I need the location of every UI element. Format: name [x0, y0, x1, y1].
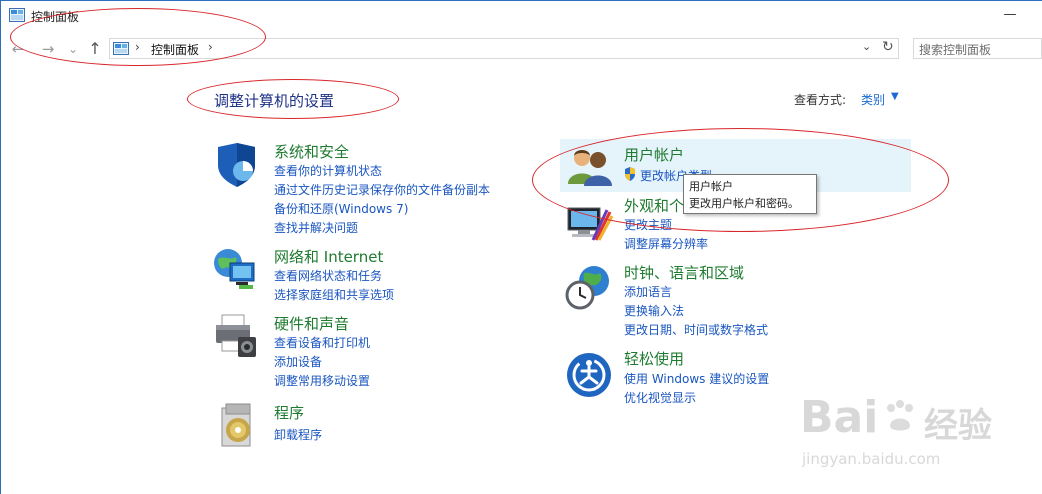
watermark-url: jingyan.baidu.com — [802, 450, 941, 468]
link-file-history[interactable]: 通过文件历史记录保存你的文件备份副本 — [274, 181, 490, 198]
breadcrumb-separator[interactable]: › — [208, 40, 213, 54]
search-input[interactable] — [914, 40, 1042, 60]
link-screen-resolution[interactable]: 调整屏幕分辨率 — [624, 235, 708, 252]
watermark-brand: Bai — [800, 392, 879, 443]
ease-of-access-icon — [567, 353, 611, 397]
tooltip: 用户帐户 更改用户帐户和密码。 — [683, 174, 817, 214]
control-panel-icon — [113, 42, 129, 55]
category-clock-language-region[interactable]: 时钟、语言和区域 — [624, 262, 744, 283]
navigation-bar: ← → ⌄ ↑ › 控制面板 › ⌄ ↻ — [0, 36, 1042, 62]
appearance-monitor-icon — [567, 207, 614, 241]
link-recommended-settings[interactable]: 使用 Windows 建议的设置 — [624, 370, 769, 387]
window-title: 控制面板 — [31, 10, 80, 24]
address-dropdown-icon[interactable]: ⌄ — [862, 40, 871, 53]
link-change-input-method[interactable]: 更换输入法 — [624, 302, 684, 319]
link-uninstall-program[interactable]: 卸载程序 — [274, 426, 322, 443]
link-change-theme[interactable]: 更改主题 — [624, 216, 672, 233]
watermark-brand-cn: 经验 — [924, 406, 992, 446]
breadcrumb-separator[interactable]: › — [135, 40, 140, 54]
clock-globe-icon — [565, 266, 609, 310]
shield-icon — [218, 143, 255, 187]
uac-shield-icon — [625, 167, 635, 181]
back-button[interactable]: ← — [8, 38, 28, 60]
title-bar: 控制面板 — — [0, 0, 1042, 32]
up-button[interactable]: ↑ — [85, 38, 105, 60]
recent-locations-button[interactable]: ⌄ — [63, 38, 83, 60]
page-heading: 调整计算机的设置 — [214, 92, 335, 110]
tooltip-title: 用户帐户 — [689, 180, 733, 193]
category-system-security[interactable]: 系统和安全 — [274, 141, 349, 162]
tooltip-description: 更改用户帐户和密码。 — [689, 197, 799, 210]
link-network-status[interactable]: 查看网络状态和任务 — [274, 267, 382, 284]
category-programs[interactable]: 程序 — [274, 402, 304, 423]
forward-button[interactable]: → — [38, 38, 58, 60]
breadcrumb-control-panel[interactable]: 控制面板 — [151, 41, 199, 58]
link-add-device[interactable]: 添加设备 — [274, 353, 322, 370]
link-homegroup[interactable]: 选择家庭组和共享选项 — [274, 286, 394, 303]
network-globe-icon — [214, 249, 255, 289]
category-ease-of-access[interactable]: 轻松使用 — [624, 348, 684, 369]
category-network-internet[interactable]: 网络和 Internet — [274, 246, 383, 267]
programs-disc-icon — [221, 403, 251, 447]
link-devices-printers[interactable]: 查看设备和打印机 — [274, 334, 370, 351]
view-by-label: 查看方式: — [794, 93, 847, 107]
link-optimize-display[interactable]: 优化视觉显示 — [624, 389, 696, 406]
link-backup-restore[interactable]: 备份和还原(Windows 7) — [274, 200, 408, 217]
link-view-computer-status[interactable]: 查看你的计算机状态 — [274, 162, 382, 179]
printer-icon — [216, 314, 256, 357]
paw-icon — [887, 400, 913, 431]
users-icon — [568, 150, 612, 186]
control-panel-icon — [9, 8, 25, 22]
search-box[interactable] — [913, 38, 1042, 60]
view-by-dropdown[interactable]: 类别 — [861, 91, 885, 108]
category-hardware-sound[interactable]: 硬件和声音 — [274, 313, 349, 334]
link-troubleshoot[interactable]: 查找并解决问题 — [274, 219, 358, 236]
baidu-watermark: Bai 经验 jingyan.baidu.com — [800, 384, 1030, 484]
link-mobility-settings[interactable]: 调整常用移动设置 — [274, 372, 370, 389]
link-date-time-format[interactable]: 更改日期、时间或数字格式 — [624, 321, 768, 338]
minimize-button[interactable]: — — [1000, 8, 1020, 24]
refresh-icon[interactable]: ↻ — [882, 39, 894, 55]
link-add-language[interactable]: 添加语言 — [624, 283, 672, 300]
address-bar[interactable]: › 控制面板 › ⌄ ↻ — [109, 38, 899, 59]
category-user-accounts[interactable]: 用户帐户 — [624, 144, 684, 165]
caret-down-icon[interactable]: ▼ — [891, 91, 899, 102]
